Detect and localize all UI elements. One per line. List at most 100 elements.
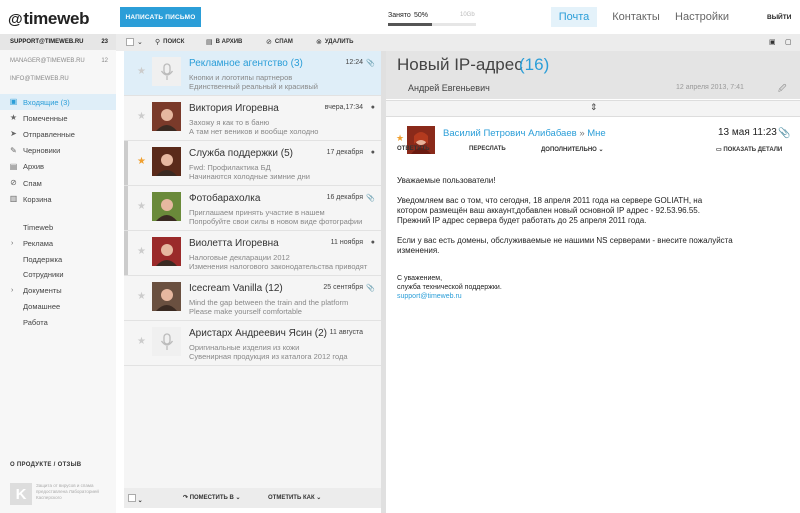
sidebar-label-text: Поддержка <box>23 254 63 264</box>
message-preview: Начинаются холодные зимние дни <box>189 172 310 181</box>
forward-button[interactable]: ПЕРЕСЛАТЬ <box>469 146 506 152</box>
star-icon[interactable]: ★ <box>137 156 146 167</box>
star-icon[interactable]: ★ <box>137 336 146 347</box>
tab-mail[interactable]: Почта <box>551 7 597 27</box>
sidebar-label[interactable]: › Реклама <box>0 236 116 251</box>
sidebar-folder[interactable]: ▣ Входящие (3) <box>0 94 116 110</box>
tab-contacts[interactable]: Контакты <box>607 7 665 27</box>
sender-avatar <box>152 282 181 311</box>
print-icon: ▣ <box>769 39 776 46</box>
sidebar-folder[interactable]: ➤ Отправленные <box>0 126 116 142</box>
reply-button[interactable]: ОТВЕТИТЬ <box>397 146 430 152</box>
account-count: 12 <box>101 58 108 64</box>
message-list-item[interactable]: ★ Виктория Игоревна вчера,17:34 ● Захожу я к… <box>124 96 381 141</box>
move-to-button[interactable]: ↷ ПОМЕСТИТЬ В ⌄ <box>183 494 241 501</box>
sidebar-folder-label: Корзина <box>23 194 52 204</box>
account-count: 23 <box>101 39 108 45</box>
paperclip-icon: 📎 <box>366 195 375 202</box>
unread-dot-icon: ● <box>370 149 375 156</box>
account-support[interactable]: SUPPORT@TIMEWEB.RU 23 <box>0 34 116 50</box>
unread-indicator <box>124 276 128 320</box>
collapsed-message-sender[interactable]: Андрей Евгеньевич <box>408 83 490 93</box>
star-icon[interactable]: ★ <box>137 201 146 212</box>
body-line: Если у вас есть домены, обслуживаемые не… <box>397 236 733 245</box>
sender-line[interactable]: Василий Петрович Алибабаев » Мне <box>443 128 606 139</box>
sidebar-folder-label: Архив <box>23 162 45 172</box>
collapsed-message-date: 12 апреля 2013, 7:41 <box>676 84 744 91</box>
kaspersky-logo: K <box>10 483 32 505</box>
sender-name[interactable]: Василий Петрович Алибабаев <box>443 128 577 139</box>
spam-icon: ⊘ <box>10 178 17 187</box>
message-date: 17 декабря <box>326 149 363 156</box>
recipient[interactable]: Мне <box>587 128 605 139</box>
search-button[interactable]: ⚲ ПОИСК <box>155 38 184 46</box>
archive-label: В АРХИВ <box>215 39 243 45</box>
unread-indicator <box>124 321 128 365</box>
star-icon[interactable]: ★ <box>137 291 146 302</box>
signature-email-link[interactable]: support@timeweb.ru <box>397 293 462 302</box>
spam-button[interactable]: ⊘ СПАМ <box>266 38 293 46</box>
print-button[interactable]: ▣ <box>769 38 776 46</box>
show-details-button[interactable]: ▭ ПОКАЗАТЬ ДЕТАЛИ <box>716 146 782 153</box>
footer-select-checkbox[interactable]: ⌄ <box>128 494 143 504</box>
sidebar-label[interactable]: Домашнее <box>0 299 116 314</box>
sidebar-label[interactable]: Сотрудники <box>0 267 116 282</box>
sidebar-label[interactable]: Timeweb <box>0 220 116 235</box>
message-list-item[interactable]: ★ Рекламное агентство (3) 12:24 📎 Кнопки и л… <box>124 51 381 96</box>
unread-indicator <box>124 186 128 230</box>
sidebar-folder[interactable]: ▥ Корзина <box>0 191 116 207</box>
window-button[interactable]: ▢ <box>785 38 792 46</box>
unread-dot-icon: ● <box>370 104 375 111</box>
message-sender: Icecream Vanilla (12) <box>189 283 283 294</box>
account-manager[interactable]: MANAGER@TIMEWEB.RU 12 <box>0 53 116 69</box>
unread-dot-icon: ● <box>370 239 375 246</box>
expand-icon[interactable]: ⇕ <box>590 102 598 113</box>
message-list-item[interactable]: ★ Аристарх Андреевич Ясин (2) 11 августа Ор… <box>124 321 381 366</box>
delete-button[interactable]: ⊗ УДАЛИТЬ <box>316 38 353 46</box>
sidebar-label[interactable]: Поддержка <box>0 252 116 267</box>
sidebar-folder-label: Помеченные <box>23 113 68 123</box>
body-line: котором размещён ваш аккаунт,добавлен но… <box>397 206 700 215</box>
star-icon[interactable]: ★ <box>396 133 404 144</box>
star-icon[interactable]: ★ <box>137 246 146 257</box>
star-icon[interactable]: ★ <box>137 111 146 122</box>
mic-placeholder-icon <box>152 327 181 356</box>
logout-button[interactable]: ВЫЙТИ <box>767 14 791 21</box>
message-preview: Mind the gap between the train and the p… <box>189 298 349 307</box>
message-preview: Изменения налогового законодательства пр… <box>189 262 368 271</box>
sidebar-label-text: Сотрудники <box>23 270 64 280</box>
chevron-right-icon[interactable]: › <box>11 240 13 247</box>
sidebar-folder[interactable]: ✎ Черновики <box>0 143 116 159</box>
about-feedback-links[interactable]: О ПРОДУКТЕ / ОТЗЫВ <box>10 462 81 468</box>
select-all-checkbox[interactable]: ⌄ <box>126 38 143 46</box>
message-date: 25 сентября <box>323 284 363 291</box>
signature-line: С уважением, <box>397 275 443 282</box>
message-preview: А там нет веников и вообще холодно <box>189 127 319 136</box>
chevron-right-icon[interactable]: › <box>11 287 13 294</box>
paperclip-icon: 📎 <box>366 60 375 67</box>
sidebar-label-text: Реклама <box>23 238 54 248</box>
message-list-item[interactable]: ★ Icecream Vanilla (12) 25 сентября 📎 Mind t… <box>124 276 381 321</box>
mark-as-button[interactable]: ОТМЕТИТЬ КАК ⌄ <box>268 494 321 501</box>
sidebar-label[interactable]: › Документы <box>0 283 116 298</box>
message-list-item[interactable]: ★ Служба поддержки (5) 17 декабря ● Fwd: Про… <box>124 141 381 186</box>
archive-button[interactable]: ▤ В АРХИВ <box>206 38 242 46</box>
attachment-icon: 🖉 <box>778 84 787 93</box>
trash-icon: ▥ <box>9 194 18 204</box>
paperclip-icon[interactable]: 📎 <box>778 128 790 139</box>
sidebar-folder[interactable]: ★ Помеченные <box>0 110 116 126</box>
timeweb-logo[interactable]: @timeweb <box>8 9 90 29</box>
sidebar-folder[interactable]: ⊘ Спам <box>0 175 116 191</box>
sidebar-label[interactable]: Работа <box>0 315 116 330</box>
account-email: SUPPORT@TIMEWEB.RU <box>10 39 84 45</box>
move-icon: ↷ <box>183 495 190 501</box>
message-list-item[interactable]: ★ Виолетта Игоревна 11 ноября ● Налоговые де… <box>124 231 381 276</box>
more-button[interactable]: ДОПОЛНИТЕЛЬНО ⌄ <box>541 146 604 153</box>
compose-button[interactable]: НАПИСАТЬ ПИСЬМО <box>120 7 201 27</box>
star-icon[interactable]: ★ <box>137 66 146 77</box>
paperclip-icon: 📎 <box>366 285 375 292</box>
message-list-item[interactable]: ★ Фотобарахолка 16 декабря 📎 Приглашаем прин… <box>124 186 381 231</box>
account-info[interactable]: INFO@TIMEWEB.RU <box>0 71 116 87</box>
sidebar-folder[interactable]: ▤ Архив <box>0 159 116 175</box>
tab-settings[interactable]: Настройки <box>672 7 732 27</box>
